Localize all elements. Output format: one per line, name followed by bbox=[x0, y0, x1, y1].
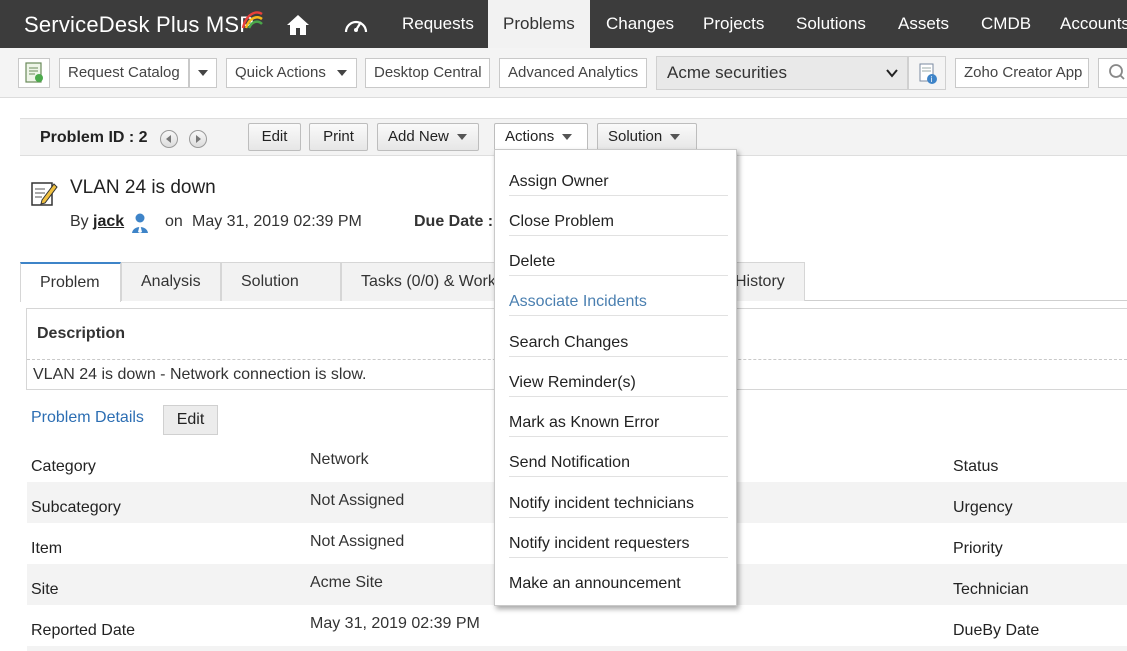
detail-right-label: Status bbox=[953, 458, 999, 475]
chevron-down-icon bbox=[670, 134, 681, 141]
advanced-analytics-button[interactable]: Advanced Analytics bbox=[499, 58, 647, 88]
detail-label: Reported Date bbox=[31, 622, 136, 639]
detail-right-label: Priority bbox=[953, 540, 1003, 557]
arrow-right-icon bbox=[196, 135, 201, 143]
solution-button[interactable]: Solution bbox=[597, 123, 697, 151]
nav-tab-assets[interactable]: Assets bbox=[898, 0, 949, 48]
by-prefix: By bbox=[70, 213, 89, 230]
detail-value: Not Assigned bbox=[310, 492, 405, 509]
account-select[interactable]: Acme securities bbox=[656, 56, 908, 90]
solution-label: Solution bbox=[608, 128, 663, 145]
nav-tab-changes[interactable]: Changes bbox=[606, 0, 674, 48]
detail-value: Not Assigned bbox=[310, 533, 405, 550]
quick-actions-dropdown[interactable]: Quick Actions bbox=[226, 58, 357, 88]
add-new-label: Add New bbox=[388, 128, 449, 145]
menu-item-send-notification[interactable]: Send Notification bbox=[509, 437, 728, 477]
on-prefix: on bbox=[165, 213, 183, 230]
problem-edit-icon bbox=[31, 182, 58, 206]
menu-item-notify-incident-technicians[interactable]: Notify incident technicians bbox=[509, 478, 728, 518]
chevron-down-icon bbox=[456, 134, 467, 141]
print-button[interactable]: Print bbox=[309, 123, 368, 151]
detail-right-label: Urgency bbox=[953, 499, 1013, 516]
nav-tab-requests[interactable]: Requests bbox=[402, 0, 474, 48]
search-icon bbox=[1109, 64, 1125, 80]
problem-details-heading[interactable]: Problem Details bbox=[31, 409, 144, 427]
detail-label: Item bbox=[31, 540, 63, 557]
detail-right-label: Technician bbox=[953, 581, 1029, 598]
menu-item-delete[interactable]: Delete bbox=[509, 236, 728, 276]
tab-problem[interactable]: Problem bbox=[20, 262, 121, 302]
due-date-label: Due Date : bbox=[414, 213, 494, 230]
problem-details-edit-button[interactable]: Edit bbox=[163, 405, 218, 435]
add-new-button[interactable]: Add New bbox=[377, 123, 479, 151]
next-problem-button[interactable] bbox=[189, 130, 207, 148]
problem-title: VLAN 24 is down bbox=[70, 177, 216, 198]
nav-tab-solutions[interactable]: Solutions bbox=[796, 0, 866, 48]
actions-label: Actions bbox=[505, 128, 555, 145]
user-icon[interactable] bbox=[131, 212, 149, 234]
created-date: May 31, 2019 02:39 PM bbox=[192, 213, 362, 230]
detail-row-partial bbox=[27, 646, 1127, 651]
search-button[interactable] bbox=[1098, 58, 1127, 88]
arrow-left-icon bbox=[166, 135, 171, 143]
request-catalog-dropdown[interactable] bbox=[189, 58, 217, 88]
new-request-icon bbox=[25, 62, 43, 83]
tab-solution[interactable]: Solution bbox=[221, 262, 341, 301]
request-catalog-button[interactable]: Request Catalog bbox=[59, 58, 189, 88]
menu-item-assign-owner[interactable]: Assign Owner bbox=[509, 156, 728, 196]
nav-tab-cmdb[interactable]: CMDB bbox=[981, 0, 1031, 48]
menu-item-view-reminders[interactable]: View Reminder(s) bbox=[509, 357, 728, 397]
chevron-down-icon bbox=[198, 70, 208, 76]
detail-label: Site bbox=[31, 581, 59, 598]
detail-right-label: DueBy Date bbox=[953, 622, 1040, 639]
nav-tab-accounts[interactable]: Accounts bbox=[1060, 0, 1127, 48]
menu-item-mark-known-error[interactable]: Mark as Known Error bbox=[509, 397, 728, 437]
quick-actions-label: Quick Actions bbox=[235, 64, 326, 81]
nav-tab-problems[interactable]: Problems bbox=[488, 0, 590, 48]
tab-analysis[interactable]: Analysis bbox=[121, 262, 221, 301]
description-text: VLAN 24 is down - Network connection is … bbox=[33, 366, 367, 383]
dashboard-icon[interactable] bbox=[341, 10, 371, 40]
previous-problem-button[interactable] bbox=[160, 130, 178, 148]
chevron-down-icon bbox=[886, 69, 898, 78]
chevron-down-icon bbox=[562, 134, 573, 141]
actions-dropdown-menu: Assign Owner Close Problem Delete Associ… bbox=[494, 149, 737, 606]
account-select-value: Acme securities bbox=[667, 63, 787, 82]
zoho-creator-app-button[interactable]: Zoho Creator App bbox=[955, 58, 1089, 88]
home-icon[interactable] bbox=[283, 10, 313, 40]
desktop-central-button[interactable]: Desktop Central bbox=[365, 58, 490, 88]
detail-label: Subcategory bbox=[31, 499, 121, 516]
menu-item-make-announcement[interactable]: Make an announcement bbox=[509, 558, 728, 598]
chevron-down-icon bbox=[337, 70, 347, 76]
edit-button[interactable]: Edit bbox=[248, 123, 301, 151]
secondary-toolbar: Request Catalog Quick Actions Desktop Ce… bbox=[0, 48, 1127, 98]
author-link[interactable]: jack bbox=[93, 213, 124, 231]
nav-tab-projects[interactable]: Projects bbox=[703, 0, 764, 48]
top-navigation-bar: ServiceDesk Plus MSP Requests Problems C… bbox=[0, 0, 1127, 48]
detail-row-reported-date: Reported Date May 31, 2019 02:39 PM DueB… bbox=[27, 605, 1127, 646]
detail-value: May 31, 2019 02:39 PM bbox=[310, 615, 480, 632]
new-request-button[interactable] bbox=[18, 58, 50, 88]
detail-value: Network bbox=[310, 451, 369, 468]
detail-label: Category bbox=[31, 458, 96, 475]
problem-id-label: Problem ID : 2 bbox=[40, 129, 148, 146]
menu-item-associate-incidents[interactable]: Associate Incidents bbox=[509, 276, 728, 316]
brand-swirl-icon bbox=[241, 11, 263, 29]
brand-logo-text: ServiceDesk Plus MSP bbox=[24, 12, 255, 37]
tab-tasks-worklog[interactable]: Tasks (0/0) & Work bbox=[341, 262, 496, 301]
menu-item-close-problem[interactable]: Close Problem bbox=[509, 196, 728, 236]
menu-item-notify-incident-requesters[interactable]: Notify incident requesters bbox=[509, 518, 728, 558]
detail-value: Acme Site bbox=[310, 574, 383, 591]
svg-text:i: i bbox=[931, 75, 933, 84]
menu-item-search-changes[interactable]: Search Changes bbox=[509, 317, 728, 357]
account-info-button[interactable]: i bbox=[908, 56, 946, 90]
account-info-icon: i bbox=[919, 63, 937, 84]
